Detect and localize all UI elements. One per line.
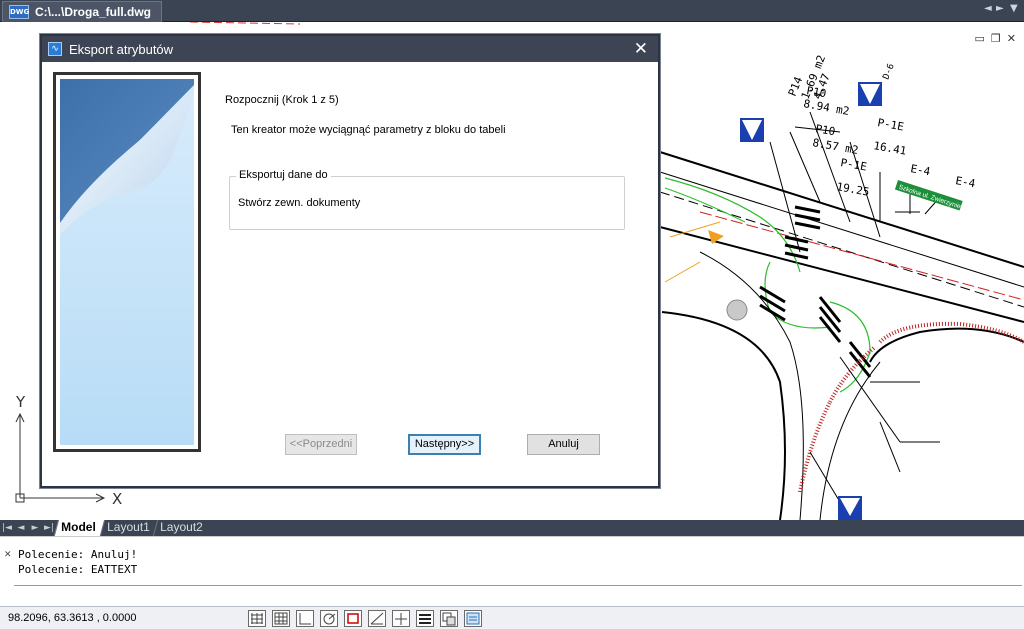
status-bar: 98.2096, 63.3613 , 0.0000	[0, 606, 1024, 629]
drawing-window-controls: ▭ ❐ ✕	[975, 32, 1017, 45]
close-drawing-icon[interactable]: ✕	[1007, 32, 1016, 45]
minimize-icon[interactable]: ▭	[975, 32, 985, 45]
dialog-title-bar[interactable]: ∿ Eksport atrybutów ✕	[42, 36, 658, 62]
export-target-label: Eksportuj dane do	[236, 169, 331, 181]
command-input[interactable]	[14, 585, 1022, 605]
polar-icon[interactable]	[320, 610, 338, 627]
snap-icon[interactable]	[248, 610, 266, 627]
label-p1e-a: P-1E	[876, 116, 904, 133]
document-tab-title: C:\...\Droga_full.dwg	[35, 5, 151, 19]
dialog-body: Rozpocznij (Krok 1 z 5) Ten kreator może…	[42, 62, 658, 486]
document-tab[interactable]: DWG C:\...\Droga_full.dwg	[2, 1, 162, 22]
ducs-icon[interactable]	[392, 610, 410, 627]
export-attributes-dialog: ∿ Eksport atrybutów ✕ Rozpocznij (Krok 1…	[40, 34, 660, 488]
previous-button[interactable]: <<Poprzedni	[285, 434, 357, 455]
label-e4-a: E-4	[909, 162, 931, 178]
label-p10b-area: 8.57 m2	[811, 136, 859, 157]
export-target-group: Eksportuj dane do Stwórz zewn. dokumenty	[229, 169, 625, 230]
dwg-file-icon: DWG	[9, 5, 29, 19]
lineweight-icon[interactable]	[440, 610, 458, 627]
ucs-y-label: Y	[15, 393, 26, 411]
command-window-grip-icon[interactable]: ✕	[4, 549, 12, 589]
tab-scroll-right-icon[interactable]: ►	[996, 3, 1004, 14]
ortho-icon[interactable]	[296, 610, 314, 627]
label-p1e-b: P-1E	[839, 156, 867, 173]
cancel-button[interactable]: Anuluj	[527, 434, 600, 455]
command-history-line: Polecenie: EATTEXT	[18, 563, 138, 576]
wizard-step-label: Rozpocznij (Krok 1 z 5)	[225, 94, 339, 106]
label-p1e-a-val: 16.41	[872, 139, 907, 158]
tab-layout1[interactable]: Layout1	[99, 520, 158, 536]
close-icon[interactable]: ✕	[634, 39, 648, 59]
first-layout-icon[interactable]: |◄	[0, 523, 14, 533]
status-toggles	[248, 610, 482, 627]
dialog-title: Eksport atrybutów	[69, 41, 174, 57]
ucs-x-label: X	[112, 490, 122, 508]
command-history-line: Polecenie: Anuluj!	[18, 548, 138, 561]
street-sign-text: Szkolna ul. Zwierzyniecka	[898, 184, 972, 214]
grid-icon[interactable]	[272, 610, 290, 627]
prev-layout-icon[interactable]: ◄	[14, 523, 28, 533]
cursor-coordinates: 98.2096, 63.3613 , 0.0000	[8, 612, 137, 624]
next-layout-icon[interactable]: ►	[28, 523, 42, 533]
layout-tabs-bar: |◄ ◄ ► ►| Model Layout1 Layout2	[0, 520, 1024, 536]
document-tab-bar: DWG C:\...\Droga_full.dwg ◄ ► ▼	[0, 0, 1024, 22]
command-window: ✕ Polecenie: Anuluj! Polecenie: EATTEXT	[0, 536, 1024, 606]
tab-list-dropdown-icon[interactable]: ▼	[1010, 3, 1018, 14]
osnap-icon[interactable]	[344, 610, 362, 627]
wizard-intro-text: Ten kreator może wyciągnąć parametry z b…	[231, 124, 506, 136]
label-e4-b: E-4	[954, 174, 976, 190]
next-button[interactable]: Następny>>	[408, 434, 481, 455]
tab-scroll-left-icon[interactable]: ◄	[984, 3, 992, 14]
export-target-option[interactable]: Stwórz zewn. dokumenty	[238, 197, 360, 209]
app-icon: ∿	[48, 42, 62, 56]
quick-properties-icon[interactable]	[464, 610, 482, 627]
restore-icon[interactable]: ❐	[991, 32, 1001, 45]
tab-model[interactable]: Model	[53, 520, 104, 536]
label-p10a-area: 8.94 m2	[802, 97, 850, 118]
wizard-side-image	[53, 72, 201, 452]
dyn-icon[interactable]	[416, 610, 434, 627]
tab-layout2[interactable]: Layout2	[153, 520, 212, 536]
otrack-icon[interactable]	[368, 610, 386, 627]
label-d6: D-6	[882, 62, 897, 81]
